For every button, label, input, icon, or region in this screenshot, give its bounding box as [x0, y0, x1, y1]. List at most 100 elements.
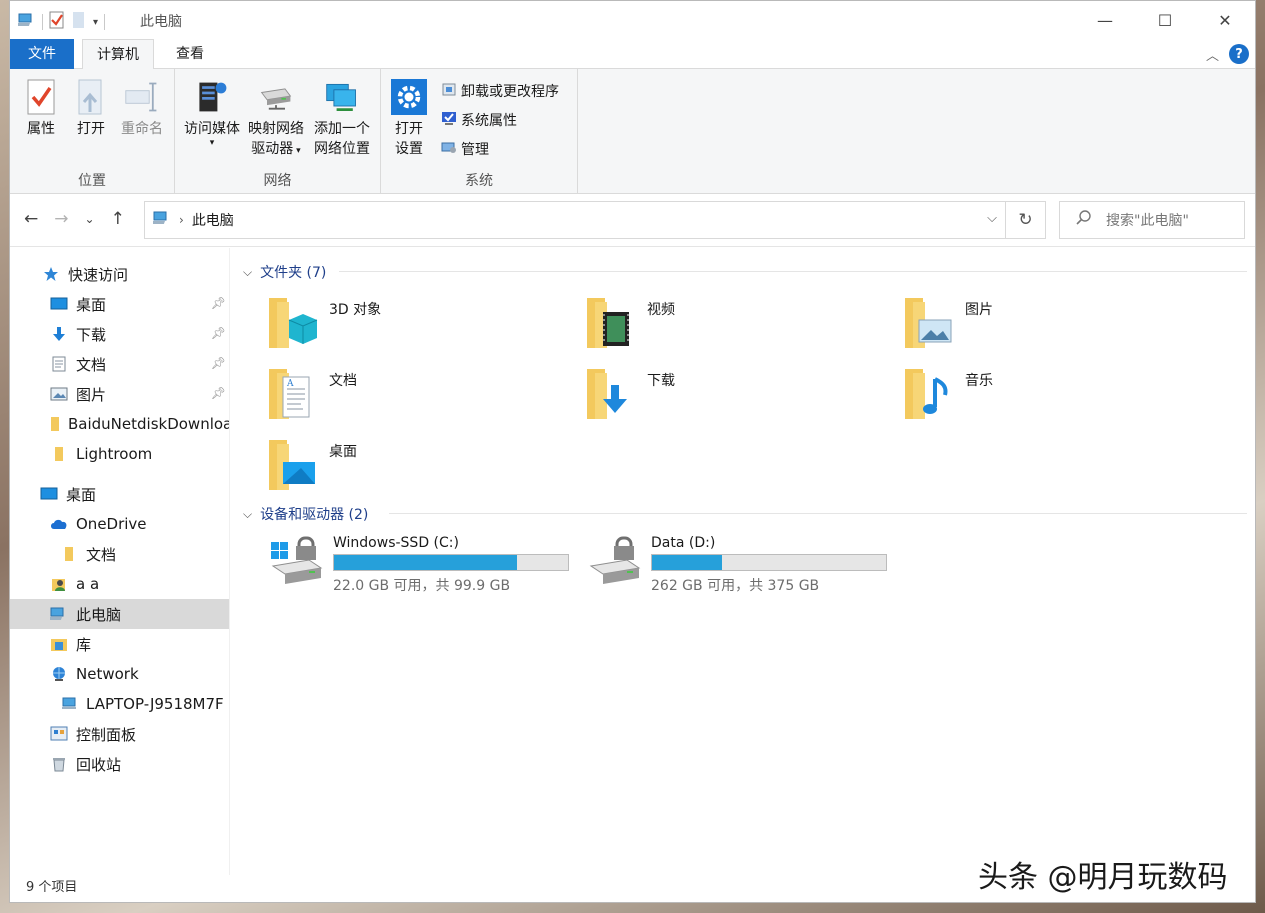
- map-network-drive-button[interactable]: 映射网络 驱动器 ▾: [245, 77, 307, 161]
- star-icon: [42, 266, 60, 282]
- nav-laptop[interactable]: LAPTOP-J9518M7F: [10, 689, 229, 719]
- open-icon: [73, 77, 109, 117]
- folder-3d-objects[interactable]: 3D 对象: [267, 296, 381, 350]
- breadcrumb-chevron-icon[interactable]: ›: [179, 213, 184, 227]
- music-folder-icon: [903, 367, 955, 421]
- address-dropdown-icon[interactable]: ⌵: [987, 211, 997, 226]
- back-arrow-icon[interactable]: ←: [24, 209, 38, 229]
- folder-desktop[interactable]: 桌面: [267, 438, 357, 492]
- collapse-ribbon-icon[interactable]: ︿: [1206, 45, 1219, 64]
- nav-pictures[interactable]: 图片 📌︎: [10, 379, 229, 409]
- qat-dropdown-icon[interactable]: ▾: [93, 17, 98, 28]
- this-pc-icon: [151, 210, 171, 230]
- folder-music[interactable]: 音乐: [903, 367, 993, 421]
- nav-quick-access[interactable]: 快速访问: [10, 259, 229, 289]
- locked-drive-icon: [587, 532, 641, 586]
- pin-icon[interactable]: 📌︎: [211, 296, 226, 310]
- forward-arrow-icon[interactable]: →: [54, 209, 68, 229]
- uninstall-icon: [441, 81, 457, 101]
- new-folder-qat-icon[interactable]: [71, 11, 87, 33]
- add-network-location-button[interactable]: 添加一个 网络位置: [309, 77, 375, 159]
- manage-button[interactable]: 管理: [441, 139, 489, 159]
- nav-user[interactable]: a a: [10, 569, 229, 599]
- address-bar[interactable]: › 此电脑 ⌵: [144, 201, 1006, 239]
- nav-baidu-folder[interactable]: BaiduNetdiskDownload: [10, 409, 229, 439]
- nav-documents[interactable]: 文档 📌︎: [10, 349, 229, 379]
- breadcrumb[interactable]: 此电脑: [192, 210, 234, 230]
- group-label-network: 网络: [263, 173, 292, 189]
- drive-d[interactable]: Data (D:) 262 GB 可用，共 375 GB: [587, 532, 887, 595]
- open-button[interactable]: 打开: [70, 77, 112, 139]
- explorer-window: ▾ 此电脑 — ☐ ✕ 文件 计算机 查看 ︿ ? 属性 打开 重命名 位置 访…: [9, 0, 1256, 903]
- group-network: 访问媒体 ▾ 映射网络 驱动器 ▾ 添加一个 网络位置 网络: [175, 69, 381, 194]
- downloads-folder-icon: [585, 367, 637, 421]
- navigation-bar: ← → ⌄ ↑ › 此电脑 ⌵ ↻ 搜索"此电脑": [10, 195, 1255, 247]
- folder-documents[interactable]: A 文档: [267, 367, 357, 421]
- item-count: 9 个项目: [26, 880, 78, 895]
- 3d-objects-folder-icon: [267, 296, 319, 350]
- folder-downloads[interactable]: 下载: [585, 367, 675, 421]
- uninstall-programs-button[interactable]: 卸载或更改程序: [441, 81, 559, 101]
- recent-locations-chevron-icon[interactable]: ⌄: [85, 212, 95, 226]
- properties-button[interactable]: 属性: [20, 77, 62, 139]
- window-title: 此电脑: [140, 14, 182, 30]
- up-arrow-icon[interactable]: ↑: [111, 209, 125, 229]
- tab-view[interactable]: 查看: [162, 39, 218, 69]
- help-icon[interactable]: ?: [1229, 44, 1249, 64]
- nav-recycle-bin[interactable]: 回收站: [10, 749, 229, 779]
- tab-file[interactable]: 文件: [10, 39, 74, 69]
- user-folder-icon: [50, 576, 68, 592]
- system-properties-button[interactable]: 系统属性: [441, 110, 517, 130]
- pin-icon[interactable]: 📌︎: [211, 326, 226, 340]
- refresh-icon: ↻: [1018, 210, 1033, 230]
- network-location-icon: [324, 77, 360, 117]
- access-media-button[interactable]: 访问媒体 ▾: [179, 77, 245, 148]
- minimize-button[interactable]: —: [1075, 1, 1135, 39]
- devices-group-header[interactable]: ⌵ 设备和驱动器 (2): [243, 504, 368, 524]
- picture-icon: [50, 386, 68, 402]
- media-server-icon: [194, 77, 230, 117]
- control-panel-icon: [50, 726, 68, 742]
- drive-c[interactable]: Windows-SSD (C:) 22.0 GB 可用，共 99.9 GB: [269, 532, 569, 595]
- nav-control-panel[interactable]: 控制面板: [10, 719, 229, 749]
- drive-d-free-space: 262 GB 可用，共 375 GB: [651, 578, 820, 594]
- nav-onedrive[interactable]: OneDrive: [10, 509, 229, 539]
- nav-this-pc[interactable]: 此电脑: [10, 599, 229, 629]
- video-folder-icon: [585, 296, 637, 350]
- pictures-folder-icon: [903, 296, 955, 350]
- nav-lightroom-folder[interactable]: Lightroom: [10, 439, 229, 469]
- search-box[interactable]: 搜索"此电脑": [1059, 201, 1245, 239]
- pin-icon[interactable]: 📌︎: [211, 386, 226, 400]
- drive-c-name: Windows-SSD (C:): [333, 535, 459, 551]
- nav-desktop-root[interactable]: 桌面: [10, 479, 229, 509]
- pin-icon[interactable]: 📌︎: [211, 356, 226, 370]
- nav-onedrive-documents[interactable]: 文档: [10, 539, 229, 569]
- nav-library[interactable]: 库: [10, 629, 229, 659]
- quick-access-toolbar: ▾: [16, 11, 106, 33]
- close-button[interactable]: ✕: [1195, 1, 1255, 39]
- folders-group-header[interactable]: ⌵ 文件夹 (7): [243, 262, 326, 282]
- drive-c-usage-bar: [333, 554, 569, 571]
- nav-desktop[interactable]: 桌面 📌︎: [10, 289, 229, 319]
- group-label-system: 系统: [465, 173, 493, 189]
- gear-icon: [391, 77, 427, 117]
- folder-videos[interactable]: 视频: [585, 296, 675, 350]
- drive-d-name: Data (D:): [651, 535, 716, 551]
- open-settings-button[interactable]: 打开 设置: [387, 77, 431, 159]
- manage-icon: [441, 139, 457, 159]
- rename-button[interactable]: 重命名: [116, 77, 168, 139]
- system-properties-icon: [441, 110, 457, 130]
- maximize-button[interactable]: ☐: [1135, 1, 1195, 39]
- properties-qat-icon[interactable]: [49, 11, 65, 33]
- nav-network[interactable]: Network: [10, 659, 229, 689]
- folder-pictures[interactable]: 图片: [903, 296, 993, 350]
- documents-folder-icon: A: [267, 367, 319, 421]
- chevron-down-icon: ⌵: [243, 264, 253, 279]
- search-input[interactable]: 搜索"此电脑": [1106, 210, 1189, 230]
- refresh-button[interactable]: ↻: [1006, 201, 1046, 239]
- computer-icon: [60, 696, 78, 712]
- tab-computer[interactable]: 计算机: [82, 39, 154, 70]
- nav-downloads[interactable]: 下载 📌︎: [10, 319, 229, 349]
- navigation-pane: 快速访问 桌面 📌︎ 下载 📌︎ 文档 📌︎ 图片 📌︎ BaiduNetdis…: [10, 248, 230, 875]
- desktop-icon: [50, 296, 68, 312]
